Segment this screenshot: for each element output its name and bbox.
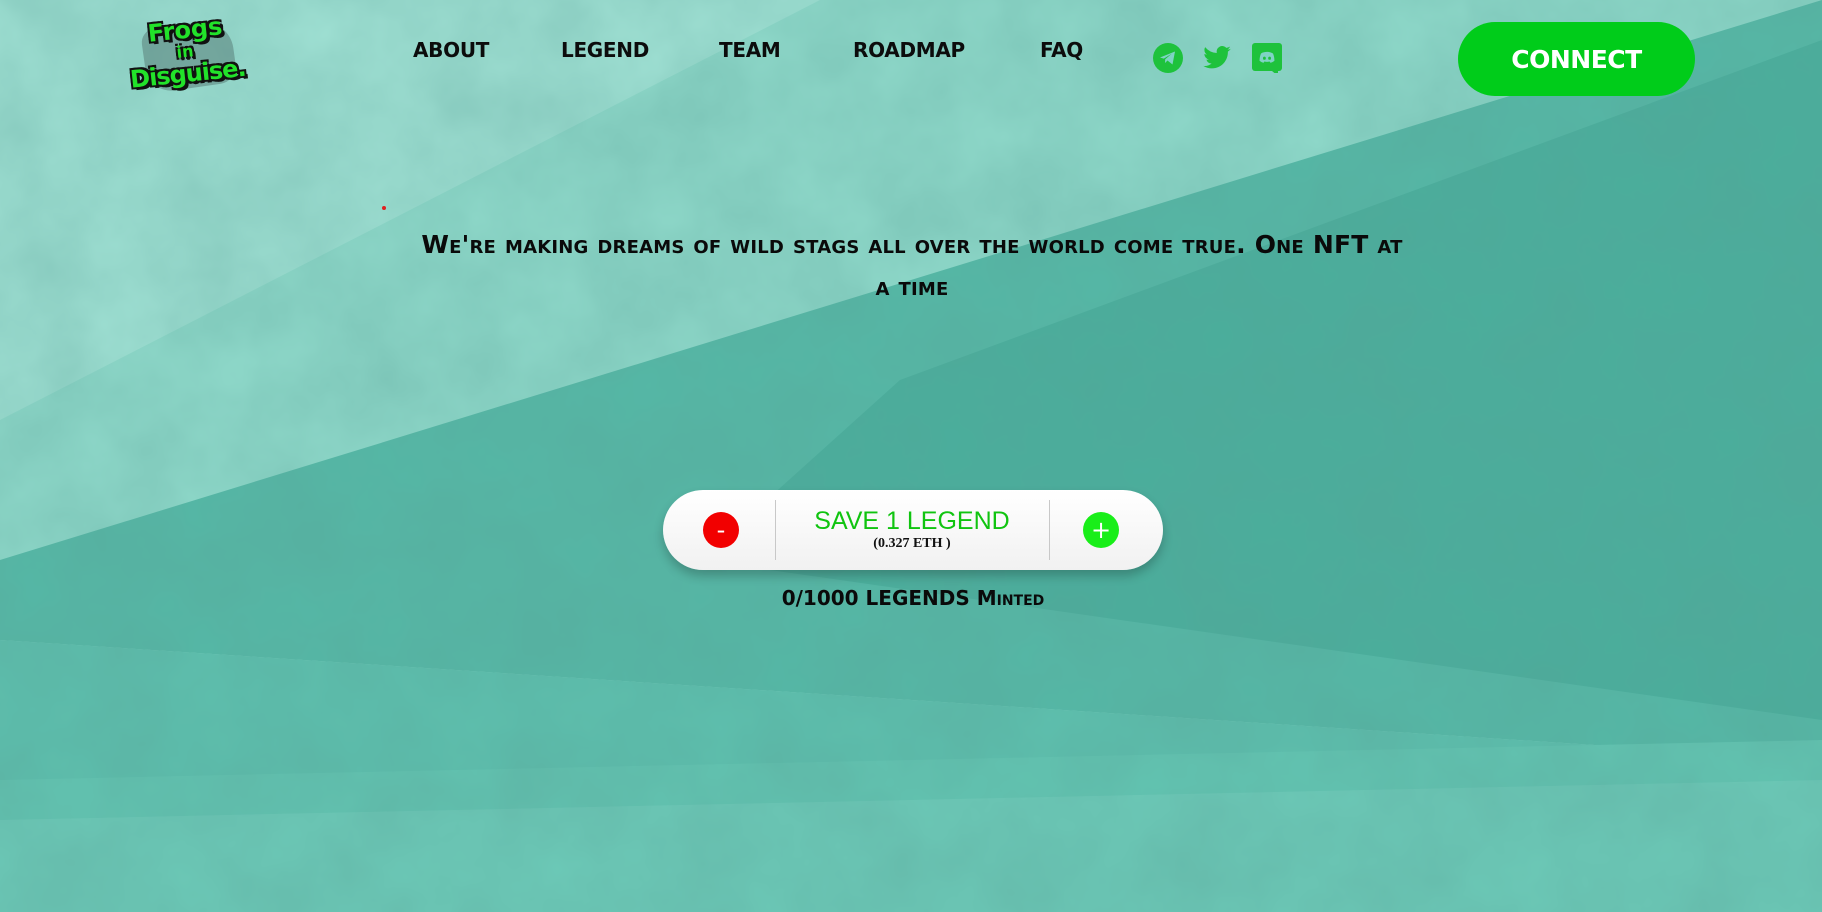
telegram-icon[interactable] [1153, 43, 1183, 73]
nav-about[interactable]: ABOUT [413, 38, 489, 62]
page-background [0, 0, 1822, 912]
brand-logo[interactable]: Frogs in Disguise. [129, 12, 247, 94]
decorative-dot [382, 206, 386, 210]
hero-headline: We're making dreams of wild stags all ov… [421, 230, 1403, 301]
site-header: Frogs in Disguise. ABOUT LEGEND TEAM ROA… [0, 0, 1822, 110]
nav-faq[interactable]: FAQ [1040, 38, 1083, 62]
nav-legend[interactable]: LEGEND [561, 38, 649, 62]
save-legend-label: SAVE 1 LEGEND [814, 507, 1010, 535]
divider [1049, 500, 1050, 560]
mint-control: - SAVE 1 LEGEND (0.327 ETH ) + [663, 490, 1163, 570]
discord-icon[interactable] [1252, 43, 1282, 76]
minted-status: 0/1000 LEGENDS Minted [781, 586, 1045, 610]
connect-button[interactable]: CONNECT [1458, 22, 1695, 96]
nav-team[interactable]: TEAM [719, 38, 781, 62]
increase-quantity-button[interactable]: + [1083, 512, 1119, 548]
twitter-icon[interactable] [1202, 43, 1232, 73]
nav-roadmap[interactable]: ROADMAP [853, 38, 965, 62]
mint-price: (0.327 ETH ) [873, 536, 951, 551]
decrease-quantity-button[interactable]: - [703, 512, 739, 548]
save-legend-button[interactable]: SAVE 1 LEGEND (0.327 ETH ) [776, 490, 1048, 570]
